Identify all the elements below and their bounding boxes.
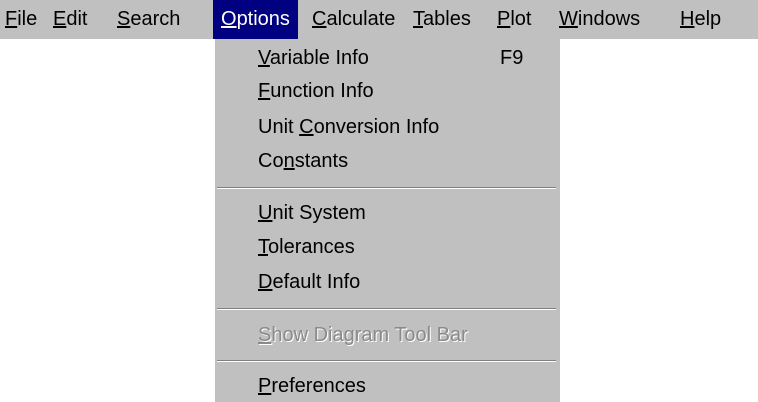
menu-file-mnemonic: F	[5, 8, 18, 30]
menu-tables-mnemonic: T	[413, 8, 423, 30]
menu-item-label: olerances	[268, 236, 355, 258]
menu-item-mnemonic: U	[258, 202, 273, 224]
menu-edit[interactable]: Edit	[53, 0, 87, 39]
menu-help-label: elp	[694, 8, 722, 30]
options-dropdown-menu: Variable Info F9 Function Info Unit Conv…	[213, 39, 560, 402]
menu-options-mnemonic: O	[221, 8, 237, 30]
menu-help[interactable]: Help	[680, 0, 721, 39]
menu-plot-mnemonic: P	[497, 8, 511, 30]
menu-item-label: references	[271, 375, 366, 397]
menu-bar: File Edit Search Options Calculate Table…	[0, 0, 758, 39]
shortcut-f9: F9	[500, 47, 524, 69]
menu-item-mnemonic: F	[258, 80, 271, 102]
menu-item-label: nit System	[272, 202, 366, 224]
menu-plot[interactable]: Plot	[497, 0, 531, 39]
menu-item-unit-system[interactable]: Unit System	[258, 202, 366, 225]
menu-item-default-info[interactable]: Default Info	[258, 271, 360, 294]
menu-item-prefix: Unit	[258, 116, 300, 138]
menu-item-mnemonic: P	[258, 375, 272, 397]
menu-tables[interactable]: Tables	[413, 0, 471, 39]
menu-calculate[interactable]: Calculate	[312, 0, 395, 39]
menu-item-constants[interactable]: Constants	[258, 150, 348, 173]
menu-item-variable-info[interactable]: Variable Info	[258, 47, 369, 70]
menu-item-unit-conversion-info[interactable]: Unit Conversion Info	[258, 116, 439, 139]
menu-separator	[217, 308, 556, 310]
menu-windows[interactable]: Windows	[559, 0, 640, 39]
menu-separator	[217, 187, 556, 189]
menu-item-preferences[interactable]: Preferences	[258, 375, 366, 398]
menu-file[interactable]: File	[5, 0, 37, 39]
menu-item-prefix: Co	[258, 150, 284, 172]
menu-search-label: earch	[130, 8, 181, 30]
menu-search[interactable]: Search	[117, 0, 180, 39]
menu-windows-label: indows	[577, 8, 641, 30]
menu-item-mnemonic: C	[299, 116, 314, 138]
menu-item-mnemonic: S	[258, 324, 272, 346]
menu-calculate-mnemonic: C	[312, 8, 327, 30]
menu-item-mnemonic: T	[258, 236, 268, 258]
menu-windows-mnemonic: W	[559, 8, 578, 30]
menu-item-show-diagram-tool-bar: Show Diagram Tool Bar	[258, 324, 468, 347]
menu-item-function-info[interactable]: Function Info	[258, 80, 374, 103]
menu-options-label: ptions	[236, 8, 290, 30]
menu-edit-mnemonic: E	[53, 8, 67, 30]
menu-plot-label: lot	[510, 8, 532, 30]
menu-edit-label: dit	[66, 8, 88, 30]
menu-options[interactable]: Options	[213, 0, 298, 39]
menu-item-label: unction Info	[270, 80, 374, 102]
menu-file-label: ile	[17, 8, 38, 30]
menu-calculate-label: alculate	[326, 8, 396, 30]
menu-item-mnemonic: V	[258, 47, 270, 69]
menu-item-label: onversion Info	[313, 116, 440, 138]
menu-item-mnemonic: n	[283, 150, 295, 172]
menu-item-label: stants	[294, 150, 349, 172]
menu-tables-label: ables	[423, 8, 471, 30]
menu-item-mnemonic: D	[258, 271, 273, 293]
menu-item-label: efault Info	[272, 271, 361, 293]
menu-help-mnemonic: H	[680, 8, 695, 30]
menu-item-tolerances[interactable]: Tolerances	[258, 236, 355, 259]
menu-item-label: how Diagram Tool Bar	[271, 324, 468, 346]
menu-separator	[217, 360, 556, 362]
menu-item-label: ariable Info	[269, 47, 369, 69]
menu-search-mnemonic: S	[117, 8, 131, 30]
